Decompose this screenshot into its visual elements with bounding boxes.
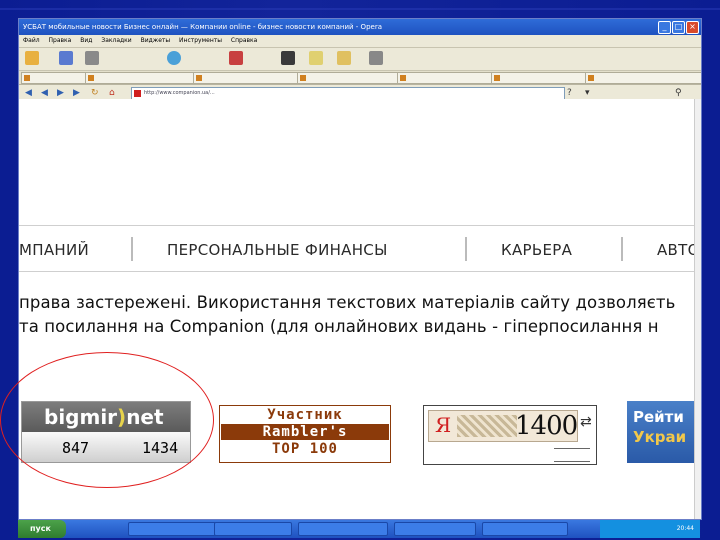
rambler-line: TOP 100 bbox=[271, 441, 338, 457]
tools-icon[interactable] bbox=[369, 51, 383, 65]
menu-tools[interactable]: Инструменты bbox=[179, 37, 222, 44]
close-button[interactable]: × bbox=[686, 21, 699, 34]
clock: 20:44 bbox=[676, 525, 694, 532]
slide-band bbox=[0, 8, 720, 10]
nav-auto[interactable]: АВТО bbox=[657, 241, 695, 259]
browser-window: УСБАТ мобильные новости Бизнес онлайн — … bbox=[18, 18, 702, 520]
nav-companies[interactable]: МПАНИЙ bbox=[19, 241, 89, 259]
bigmir-hosts: 1434 bbox=[142, 439, 179, 457]
menu-file[interactable]: Файл bbox=[23, 37, 40, 44]
search-icon[interactable]: ⚲ bbox=[675, 88, 682, 98]
back-icon[interactable]: ◀ bbox=[25, 88, 32, 98]
divider bbox=[19, 271, 695, 272]
system-tray: 20:44 bbox=[600, 520, 700, 538]
yandex-lines bbox=[554, 448, 590, 462]
fast-forward-icon[interactable]: ▶ bbox=[73, 88, 80, 98]
menu-bar: Файл Правка Вид Закладки Виджеты Инструм… bbox=[19, 35, 701, 48]
nav-career[interactable]: КАРЬЕРА bbox=[501, 241, 572, 259]
yandex-counter-face: Я 1400 bbox=[428, 410, 578, 442]
tab[interactable] bbox=[585, 72, 701, 84]
divider bbox=[19, 225, 695, 226]
taskbar-item[interactable] bbox=[482, 522, 568, 536]
print-icon[interactable] bbox=[85, 51, 99, 65]
open-folder-icon[interactable] bbox=[25, 51, 39, 65]
bigmir-stats: 847 1434 bbox=[22, 432, 190, 462]
window-titlebar: УСБАТ мобильные новости Бизнес онлайн — … bbox=[19, 19, 701, 35]
rambler-line: Rambler's bbox=[221, 424, 389, 440]
dropdown-icon[interactable]: ▾ bbox=[585, 88, 590, 98]
yandex-value: 1400 bbox=[515, 411, 578, 441]
bigmir-counter[interactable]: bigmir)net 847 1434 bbox=[21, 401, 191, 463]
menu-widgets[interactable]: Виджеты bbox=[141, 37, 171, 44]
bigmir-hits: 847 bbox=[62, 439, 90, 457]
rewind-icon[interactable]: ◀ bbox=[41, 88, 48, 98]
tab[interactable] bbox=[21, 72, 95, 84]
window-title: УСБАТ мобильные новости Бизнес онлайн — … bbox=[23, 23, 382, 31]
yandex-logo: Я bbox=[435, 413, 452, 437]
save-icon[interactable] bbox=[59, 51, 73, 65]
taskbar-item[interactable] bbox=[214, 522, 292, 536]
tab[interactable] bbox=[85, 72, 203, 84]
maximize-button[interactable]: □ bbox=[672, 21, 685, 34]
rambler-top100-counter[interactable]: Участник Rambler's TOP 100 bbox=[219, 405, 391, 463]
stop-icon[interactable] bbox=[229, 51, 243, 65]
tab-strip bbox=[19, 71, 701, 85]
tab[interactable] bbox=[193, 72, 307, 84]
yandex-pattern bbox=[457, 415, 517, 437]
nav-separator bbox=[131, 237, 133, 261]
copy-icon[interactable] bbox=[309, 51, 323, 65]
vertical-scrollbar[interactable] bbox=[694, 99, 701, 519]
nav-separator bbox=[465, 237, 467, 261]
rambler-line: Участник bbox=[267, 407, 343, 423]
taskbar-item[interactable] bbox=[128, 522, 216, 536]
taskbar-item[interactable] bbox=[298, 522, 388, 536]
help-icon[interactable]: ? bbox=[567, 88, 572, 98]
nav-separator bbox=[621, 237, 623, 261]
yandex-counter[interactable]: Я 1400 ⇄ bbox=[423, 405, 597, 465]
rating-line: Рейти bbox=[633, 408, 684, 426]
taskbar: пуск 20:44 bbox=[18, 520, 700, 538]
paste-icon[interactable] bbox=[337, 51, 351, 65]
rating-ukraine-banner[interactable]: Рейти Украи bbox=[627, 401, 695, 463]
menu-view[interactable]: Вид bbox=[80, 37, 92, 44]
menu-bookmarks[interactable]: Закладки bbox=[101, 37, 131, 44]
reload-icon[interactable]: ↻ bbox=[91, 88, 99, 98]
bigmir-logo: bigmir)net bbox=[22, 402, 190, 432]
start-button[interactable]: пуск bbox=[18, 520, 66, 538]
menu-edit[interactable]: Правка bbox=[49, 37, 72, 44]
page-content: МПАНИЙ ПЕРСОНАЛЬНЫЕ ФИНАНСЫ КАРЬЕРА АВТО… bbox=[19, 99, 695, 519]
site-nav: МПАНИЙ ПЕРСОНАЛЬНЫЕ ФИНАНСЫ КАРЬЕРА АВТО bbox=[19, 237, 695, 267]
copyright-line: та посилання на Companion (для онлайнови… bbox=[19, 317, 659, 336]
rating-line: Украи bbox=[633, 428, 687, 446]
swap-arrows-icon: ⇄ bbox=[580, 414, 592, 430]
tab[interactable] bbox=[491, 72, 595, 84]
copyright-line: права застережені. Використання текстови… bbox=[19, 293, 676, 312]
main-toolbar bbox=[19, 48, 701, 71]
forward-icon[interactable]: ▶ bbox=[57, 88, 64, 98]
taskbar-item[interactable] bbox=[394, 522, 476, 536]
home-icon[interactable]: ⌂ bbox=[109, 88, 115, 98]
minimize-button[interactable]: _ bbox=[658, 21, 671, 34]
menu-help[interactable]: Справка bbox=[231, 37, 257, 44]
tab[interactable] bbox=[397, 72, 501, 84]
tab[interactable] bbox=[297, 72, 407, 84]
nav-personal-finance[interactable]: ПЕРСОНАЛЬНЫЕ ФИНАНСЫ bbox=[167, 241, 388, 259]
copyright-notice: права застережені. Використання текстови… bbox=[19, 291, 695, 339]
cut-icon[interactable] bbox=[281, 51, 295, 65]
reload-icon[interactable] bbox=[167, 51, 181, 65]
